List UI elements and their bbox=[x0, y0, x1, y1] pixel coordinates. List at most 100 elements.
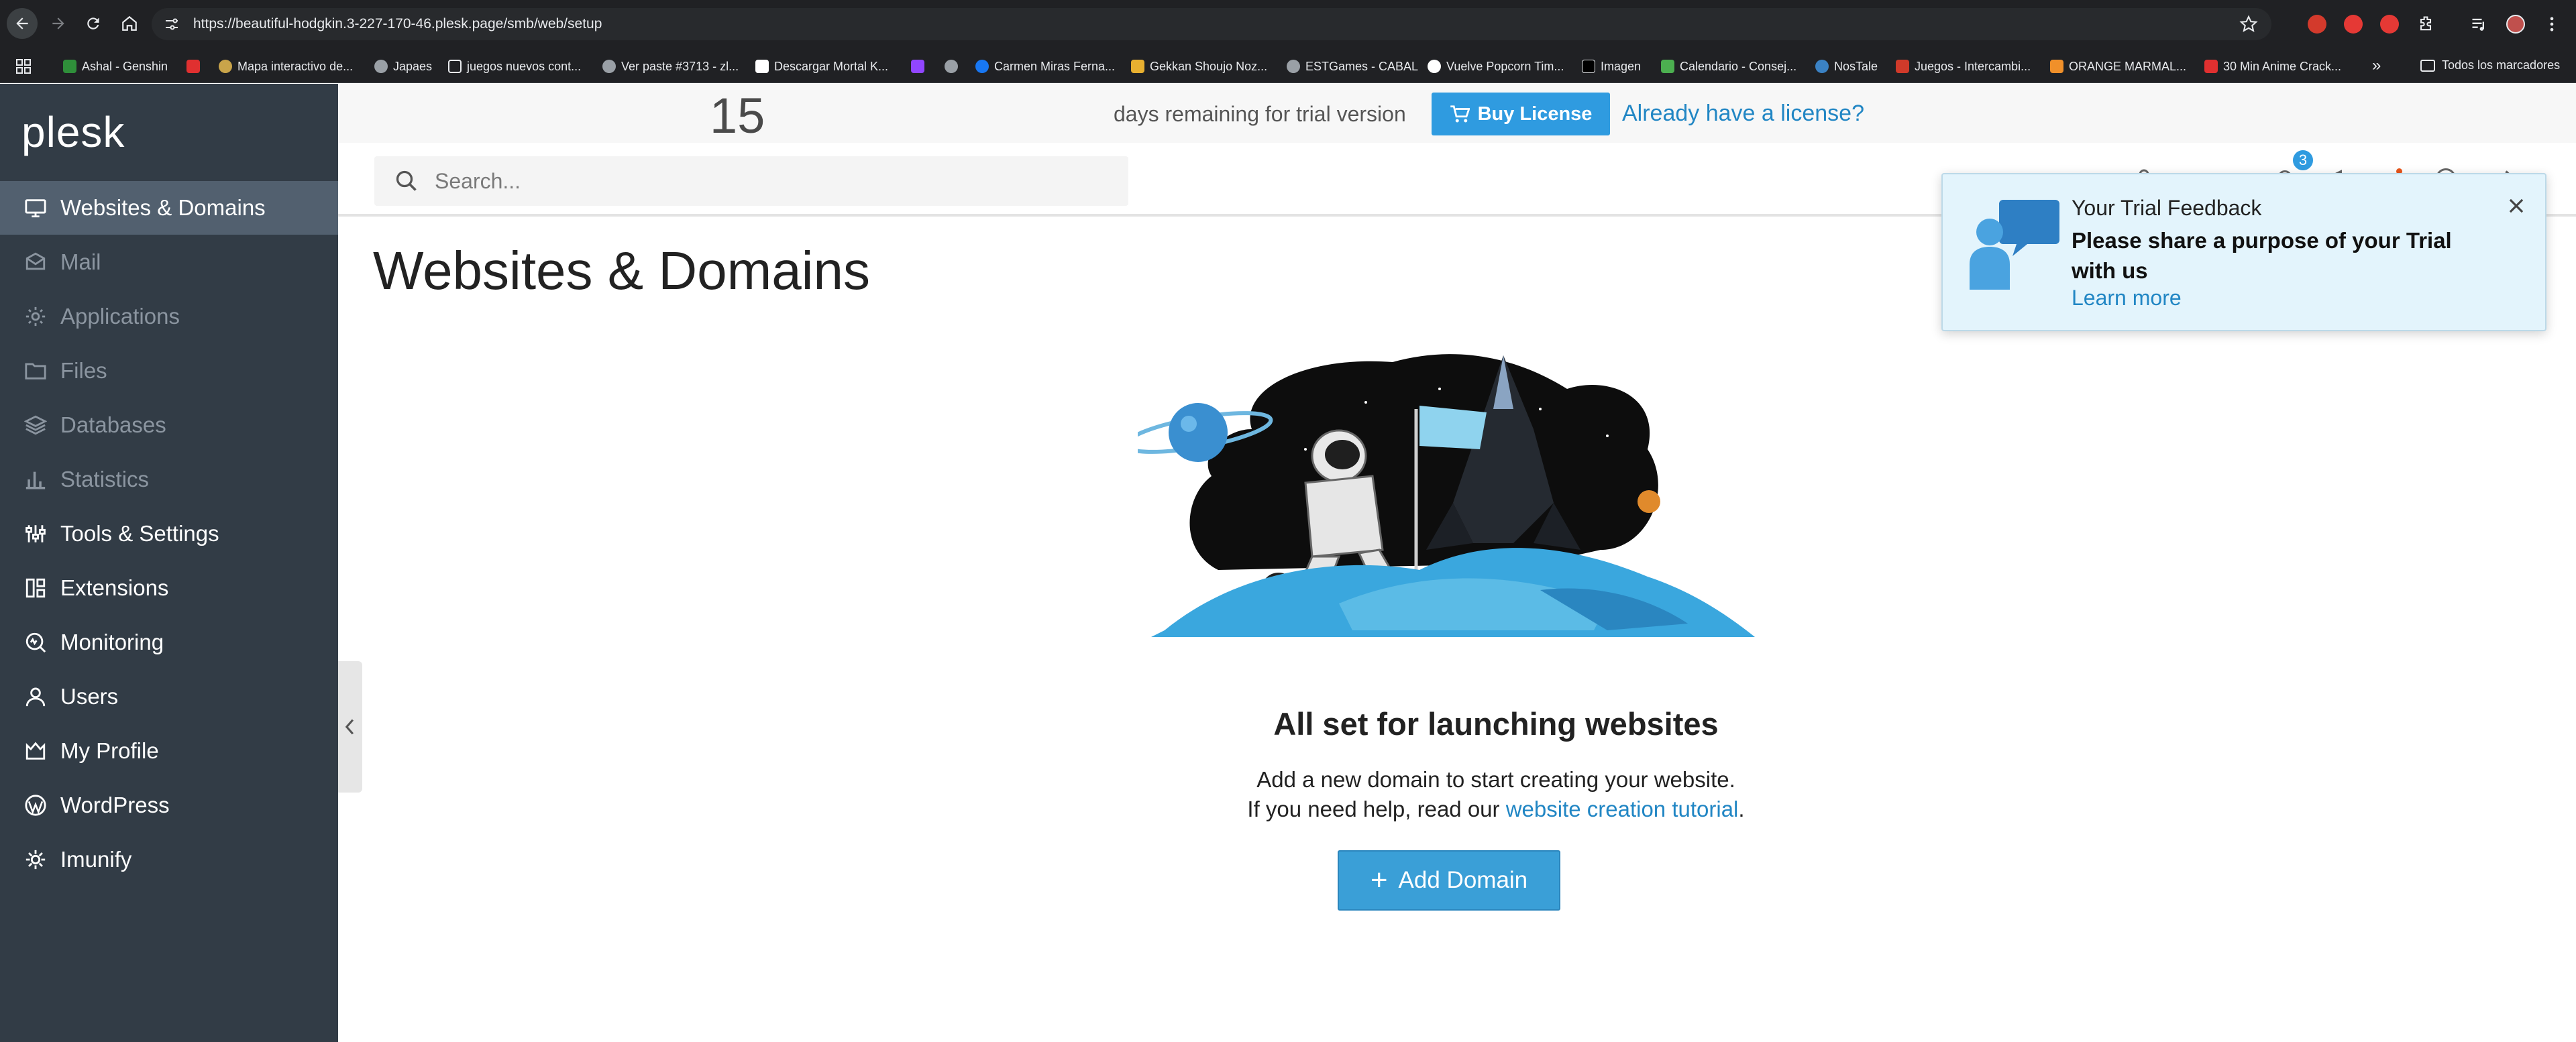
bookmark-favicon bbox=[2050, 60, 2063, 73]
sidebar-item-imunify[interactable]: Imunify bbox=[0, 833, 338, 886]
empty-state-text: Add a new domain to start creating your … bbox=[1256, 767, 1735, 792]
bookmark-favicon bbox=[63, 60, 76, 73]
home-icon bbox=[122, 15, 137, 31]
sidebar-collapse-handle[interactable] bbox=[338, 661, 362, 793]
bookmark-favicon bbox=[1815, 60, 1829, 73]
sidebar-item-label: Imunify bbox=[60, 847, 132, 872]
puzzle-icon[interactable] bbox=[2416, 15, 2435, 34]
site-info-icon[interactable] bbox=[164, 16, 180, 32]
x-favicon bbox=[1582, 60, 1595, 73]
bookmark-label: Carmen Miras Ferna... bbox=[994, 59, 1116, 73]
search-box[interactable] bbox=[374, 156, 1128, 206]
bookmark-item[interactable]: 30 Min Anime Crack... bbox=[2204, 58, 2341, 74]
bookmark-item[interactable]: Carmen Miras Ferna... bbox=[975, 58, 1115, 74]
folder-icon bbox=[2420, 59, 2435, 72]
url-text: https://beautiful-hodgkin.3-227-170-46.p… bbox=[193, 16, 602, 32]
sidebar-item-tools-settings[interactable]: Tools & Settings bbox=[0, 507, 338, 561]
sidebar-item-label: Databases bbox=[60, 412, 166, 437]
home-button[interactable] bbox=[114, 8, 145, 39]
bookmark-favicon bbox=[1287, 60, 1300, 73]
sliders-icon bbox=[25, 525, 46, 542]
bookmark-favicon bbox=[219, 60, 232, 73]
reload-button[interactable] bbox=[78, 8, 109, 39]
trial-days-count: 15 bbox=[710, 88, 765, 143]
bookmark-item[interactable]: Calendario - Consej... bbox=[1661, 58, 1796, 74]
bookmark-favicon bbox=[755, 60, 769, 73]
power-extension-icon[interactable] bbox=[2380, 15, 2399, 34]
bookmark-label: 30 Min Anime Crack... bbox=[2223, 59, 2342, 73]
bookmark-item[interactable]: Ver paste #3713 - zl... bbox=[602, 58, 739, 74]
website-creation-tutorial-link[interactable]: website creation tutorial bbox=[1506, 797, 1739, 821]
learn-more-link[interactable]: Learn more bbox=[2072, 286, 2182, 310]
bookmark-star-icon[interactable] bbox=[2239, 15, 2258, 34]
bookmark-label: Ashal - Genshin bbox=[82, 59, 168, 73]
sidebar-item-files[interactable]: Files bbox=[0, 344, 338, 398]
buy-license-button[interactable]: Buy License bbox=[1432, 93, 1610, 135]
adblock-extension-icon[interactable] bbox=[2308, 15, 2326, 34]
add-domain-label: Add Domain bbox=[1398, 867, 1528, 893]
sidebar-item-mail[interactable]: Mail bbox=[0, 235, 338, 289]
sidebar-item-websites-domains[interactable]: Websites & Domains bbox=[0, 181, 338, 235]
bookmark-label: Juegos - Intercambi... bbox=[1915, 59, 2031, 73]
already-have-license-link[interactable]: Already have a license? bbox=[1622, 101, 1864, 127]
bookmark-item[interactable]: NosTale bbox=[1815, 58, 1878, 74]
bookmark-item[interactable] bbox=[186, 58, 205, 74]
bookmark-label: ORANGE MARMAL... bbox=[2069, 59, 2187, 73]
bookmark-item[interactable]: Imagen bbox=[1582, 58, 1641, 74]
sidebar-item-label: My Profile bbox=[60, 738, 159, 763]
media-controls-icon[interactable] bbox=[2470, 15, 2489, 34]
sidebar-item-extensions[interactable]: Extensions bbox=[0, 561, 338, 615]
popup-title: Your Trial Feedback bbox=[2072, 196, 2262, 220]
all-bookmarks-folder[interactable]: Todos los marcadores bbox=[2420, 58, 2560, 72]
folder-icon bbox=[25, 363, 46, 380]
popup-message: Please share a purpose of your Trial wit… bbox=[2072, 228, 2452, 283]
forward-button[interactable] bbox=[43, 8, 74, 39]
sidebar-item-statistics[interactable]: Statistics bbox=[0, 453, 338, 506]
sidebar-item-monitoring[interactable]: Monitoring bbox=[0, 616, 338, 669]
bookmark-item[interactable]: Descargar Mortal K... bbox=[755, 58, 888, 74]
user-icon bbox=[25, 687, 46, 707]
bookmark-item[interactable] bbox=[911, 58, 930, 74]
add-domain-button[interactable]: + Add Domain bbox=[1338, 850, 1560, 911]
bookmark-favicon bbox=[1896, 60, 1909, 73]
bookmark-item[interactable]: Mapa interactivo de... bbox=[219, 58, 353, 74]
sidebar-item-databases[interactable]: Databases bbox=[0, 398, 338, 452]
reload-icon bbox=[87, 17, 99, 30]
plesk-logo[interactable]: plesk bbox=[21, 107, 125, 157]
bookmark-item[interactable]: ESTGames - CABAL bbox=[1287, 58, 1418, 74]
back-button[interactable] bbox=[7, 8, 38, 39]
sidebar-item-users[interactable]: Users bbox=[0, 670, 338, 723]
profile-icon bbox=[25, 742, 46, 760]
sidebar-item-applications[interactable]: Applications bbox=[0, 290, 338, 343]
bookmark-item[interactable]: Gekkan Shoujo Noz... bbox=[1131, 58, 1267, 74]
search-input[interactable] bbox=[435, 164, 1106, 198]
bookmark-label: ESTGames - CABAL bbox=[1305, 59, 1419, 73]
bookmark-item[interactable]: Juegos - Intercambi... bbox=[1896, 58, 2031, 74]
bookmark-item[interactable]: Vuelve Popcorn Tim... bbox=[1428, 58, 1564, 74]
more-bookmarks-button[interactable]: » bbox=[2372, 56, 2381, 75]
bar-chart-icon bbox=[25, 471, 46, 489]
bookmark-item[interactable]: ORANGE MARMAL... bbox=[2050, 58, 2186, 74]
globe-favicon bbox=[602, 60, 616, 73]
sidebar-item-label: Websites & Domains bbox=[60, 195, 266, 220]
bookmark-label: Mapa interactivo de... bbox=[237, 59, 354, 73]
browser-toolbar: https://beautiful-hodgkin.3-227-170-46.p… bbox=[0, 0, 2576, 50]
layers-icon bbox=[24, 415, 47, 435]
address-bar[interactable]: https://beautiful-hodgkin.3-227-170-46.p… bbox=[152, 8, 2271, 40]
bookmark-item[interactable]: Japaes bbox=[374, 58, 432, 74]
bookmark-label: Calendario - Consej... bbox=[1680, 59, 1797, 73]
bookmark-item[interactable] bbox=[945, 58, 963, 74]
bookmark-folder[interactable]: juegos nuevos cont... bbox=[448, 58, 581, 74]
shield-extension-icon[interactable] bbox=[2344, 15, 2363, 34]
page-title: Websites & Domains bbox=[373, 241, 871, 300]
bookmark-item[interactable]: Ashal - Genshin bbox=[63, 58, 168, 74]
notifications-badge: 3 bbox=[2292, 149, 2314, 172]
close-icon[interactable] bbox=[2508, 197, 2525, 215]
apps-grid-icon[interactable] bbox=[16, 59, 31, 74]
envelope-icon bbox=[25, 252, 46, 270]
sidebar-item-wordpress[interactable]: WordPress bbox=[0, 778, 338, 832]
sidebar-item-my-profile[interactable]: My Profile bbox=[0, 724, 338, 778]
browser-menu-icon[interactable] bbox=[2542, 15, 2561, 34]
profile-avatar[interactable] bbox=[2506, 15, 2525, 34]
bookmarks-bar: Ashal - Genshin Mapa interactivo de... J… bbox=[0, 50, 2576, 83]
